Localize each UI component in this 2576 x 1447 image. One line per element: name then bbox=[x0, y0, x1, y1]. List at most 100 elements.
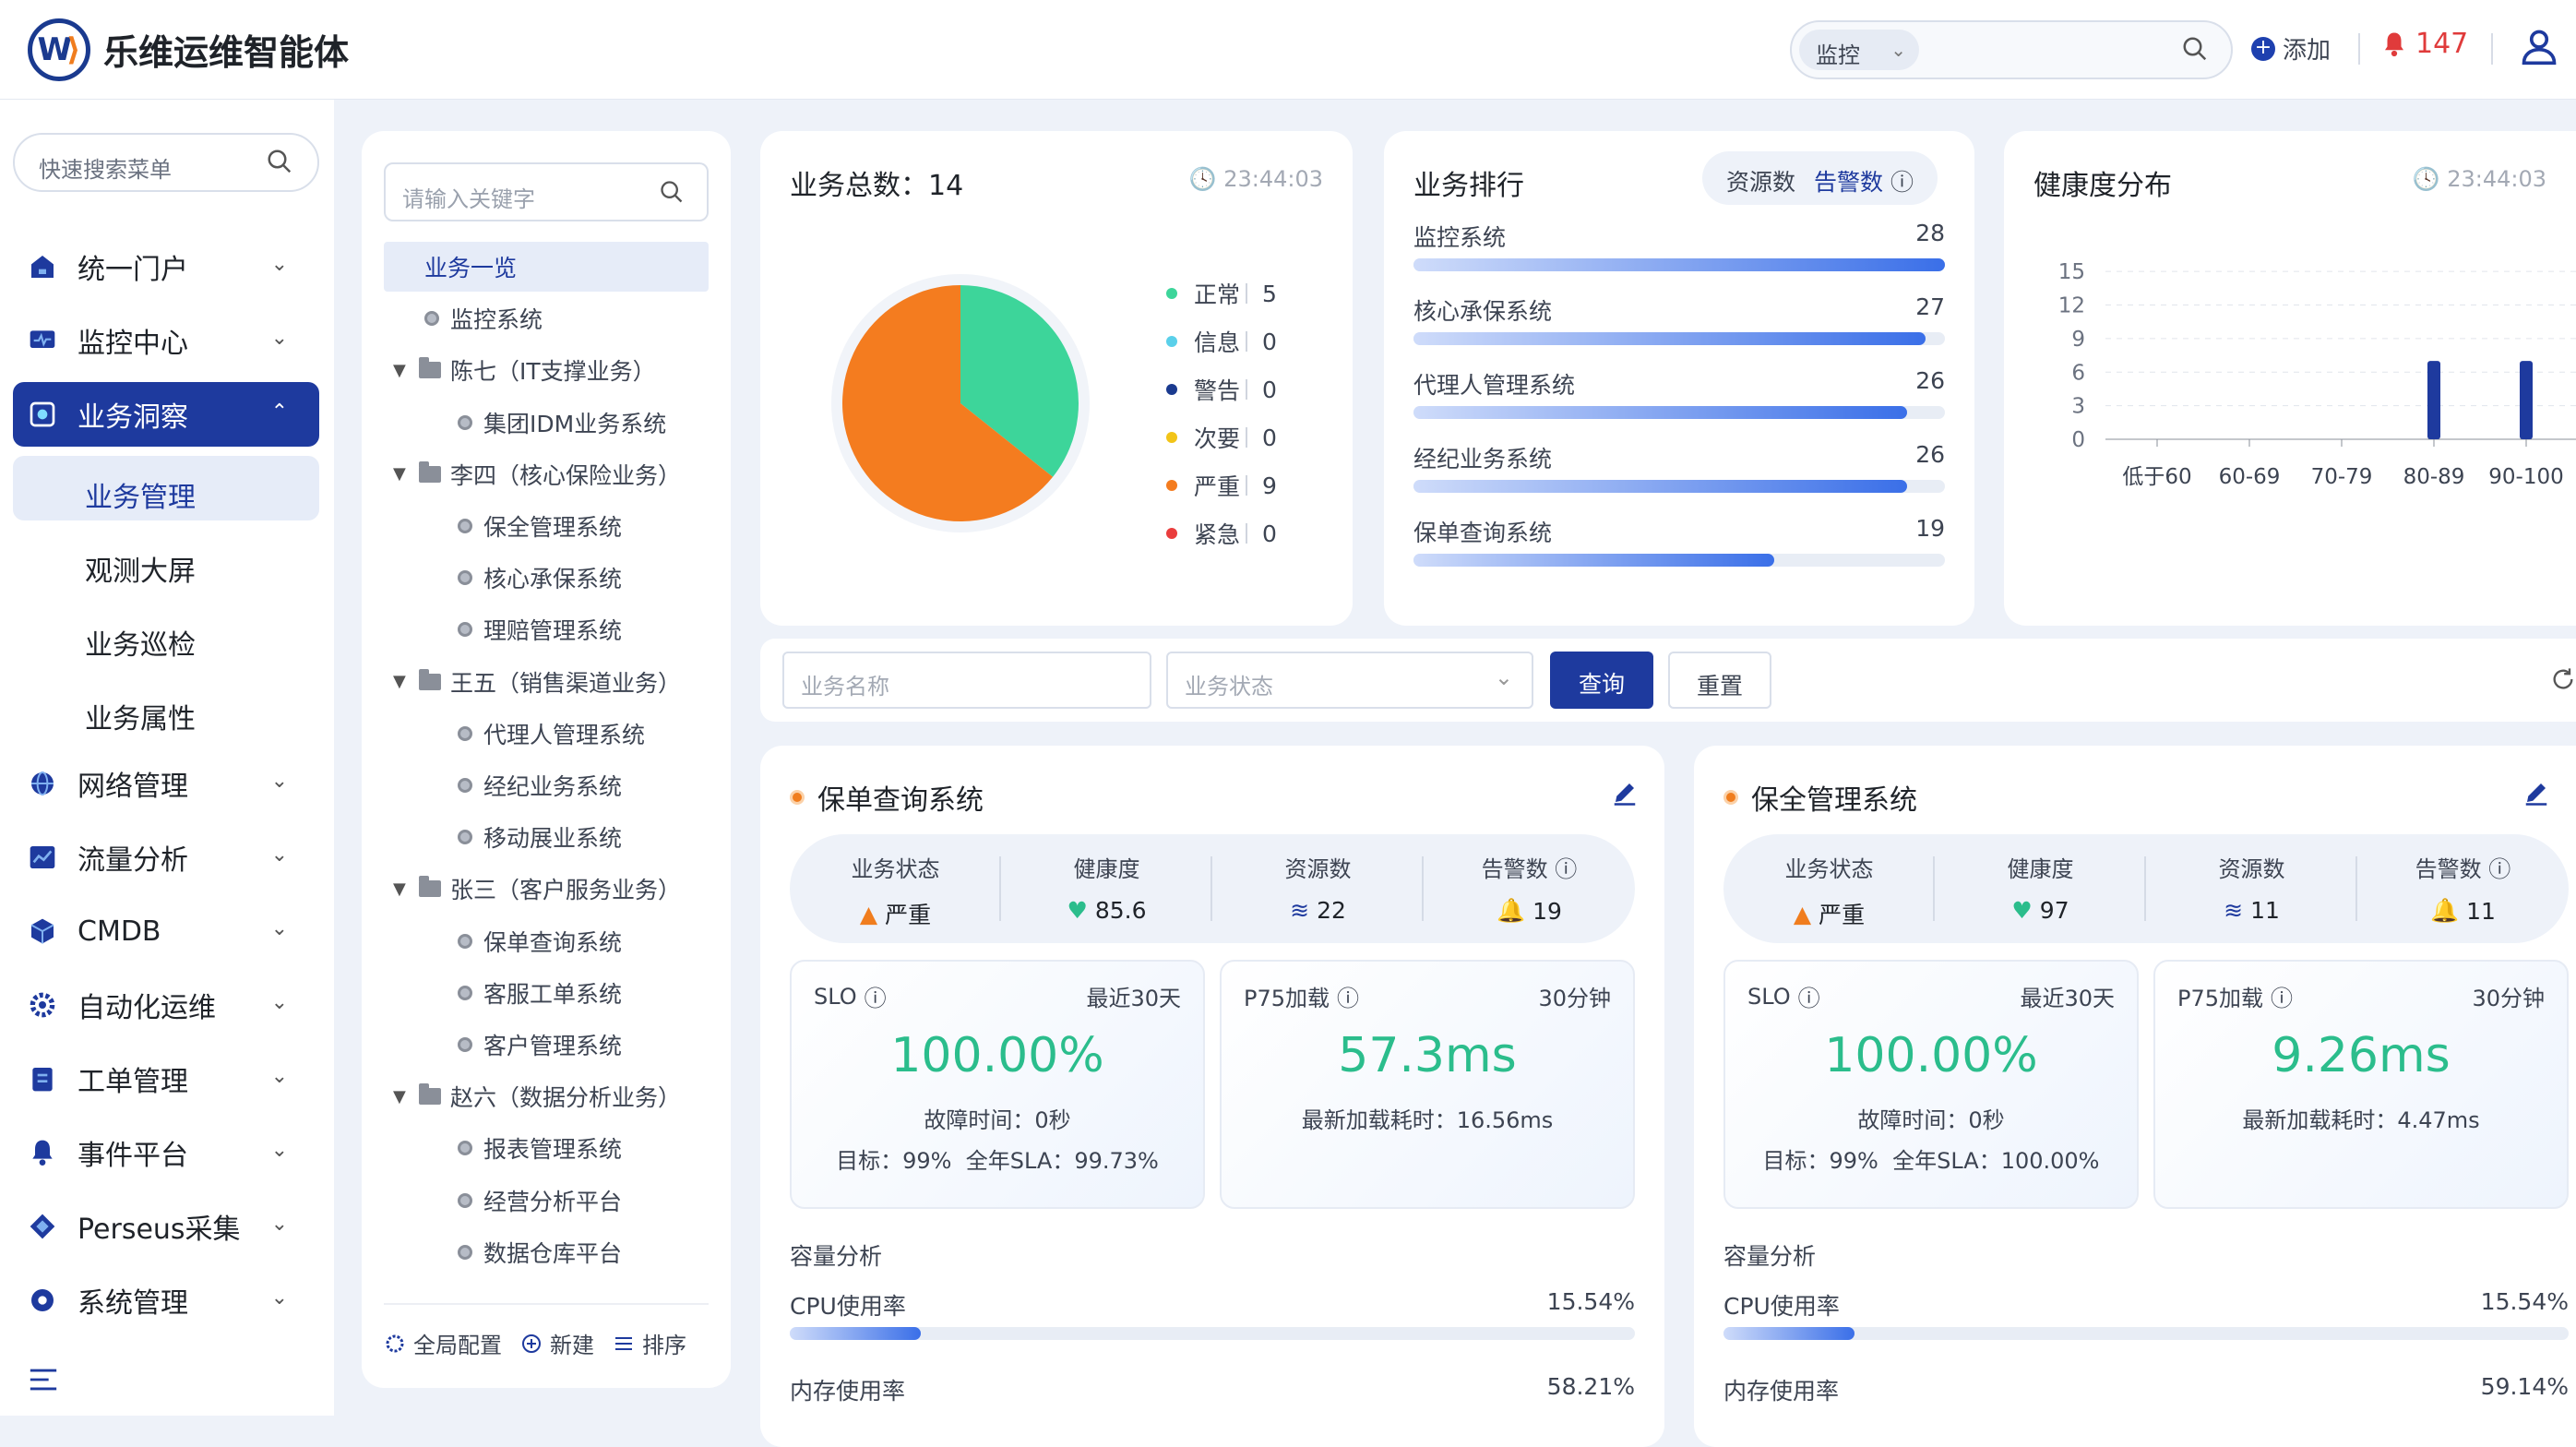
ranking-row[interactable]: 保单查询系统 19 bbox=[1413, 515, 1945, 567]
caret-down-icon[interactable]: ▼ bbox=[393, 361, 413, 380]
tab-resources[interactable]: 资源数 bbox=[1726, 169, 1795, 196]
stat-label: 告警数 bbox=[1481, 856, 1548, 882]
legend-color-dot bbox=[1166, 336, 1177, 347]
submenu-item-business-management[interactable]: 业务管理 bbox=[13, 456, 319, 520]
tree-group[interactable]: ▼ 赵六（数据分析业务） bbox=[384, 1071, 681, 1121]
health-bar[interactable] bbox=[2427, 361, 2440, 439]
tree-item-system[interactable]: 代理人管理系统 bbox=[384, 709, 645, 759]
submenu-item-business-attributes[interactable]: 业务属性 bbox=[13, 677, 319, 742]
p75-value: 57.3ms bbox=[1338, 1028, 1517, 1083]
business-name-input[interactable]: 业务名称 bbox=[782, 652, 1151, 709]
tree-item-system[interactable]: 集团IDM业务系统 bbox=[384, 398, 666, 448]
legend-item[interactable]: 严重 9 bbox=[1166, 461, 1277, 509]
divider bbox=[2358, 33, 2360, 65]
tree-item-system[interactable]: 报表管理系统 bbox=[384, 1123, 622, 1173]
tree-item-system[interactable]: 保全管理系统 bbox=[384, 501, 622, 551]
p75-metric-box[interactable]: P75加载 ⓘ 30分钟 57.3ms 最新加载耗时：16.56ms bbox=[1220, 960, 1635, 1209]
collapse-menu-icon[interactable] bbox=[28, 1366, 59, 1393]
tree-item-system[interactable]: 经纪业务系统 bbox=[384, 760, 622, 810]
tree-search-input[interactable]: 请输入关键字 bbox=[384, 162, 709, 221]
tree-item-system[interactable]: 核心承保系统 bbox=[384, 553, 622, 603]
tab-alarms[interactable]: 告警数 bbox=[1814, 169, 1883, 196]
global-search[interactable]: 监控 ⌄ bbox=[1790, 20, 2233, 79]
app-logo[interactable]: W ⟩ bbox=[28, 18, 90, 81]
sidebar-item-perseus[interactable]: Perseus采集 ⌄ bbox=[13, 1194, 319, 1259]
sidebar-item-cmdb[interactable]: CMDB ⌄ bbox=[13, 899, 319, 963]
add-label: 添加 bbox=[2283, 37, 2332, 65]
new-business-button[interactable]: 新建 bbox=[520, 1327, 594, 1359]
tree-group[interactable]: ▼ 王五（销售渠道业务） bbox=[384, 657, 681, 707]
business-status-select[interactable]: 业务状态 ⌄ bbox=[1166, 652, 1533, 709]
ranking-row[interactable]: 代理人管理系统 26 bbox=[1413, 367, 1945, 419]
sidebar-item-traffic[interactable]: 流量分析 ⌄ bbox=[13, 825, 319, 890]
tree-item-system[interactable]: 数据仓库平台 bbox=[384, 1227, 622, 1277]
ranking-row[interactable]: 经纪业务系统 26 bbox=[1413, 441, 1945, 493]
tree-item-system[interactable]: 客服工单系统 bbox=[384, 968, 622, 1018]
legend-item[interactable]: 正常 5 bbox=[1166, 269, 1277, 317]
tree-item-label: 陈七（IT支撑业务） bbox=[450, 358, 656, 386]
reset-button[interactable]: 重置 bbox=[1668, 652, 1771, 709]
tree-item-system[interactable]: 理赔管理系统 bbox=[384, 604, 622, 654]
tree-group[interactable]: ▼ 李四（核心保险业务） bbox=[384, 449, 681, 499]
ranking-row[interactable]: 核心承保系统 27 bbox=[1413, 293, 1945, 345]
sidebar-item-portal[interactable]: 统一门户 ⌄ bbox=[13, 234, 319, 299]
tree-item-system[interactable]: 经营分析平台 bbox=[384, 1176, 622, 1226]
p75-metric-box[interactable]: P75加载 ⓘ 30分钟 9.26ms 最新加载耗时：4.47ms bbox=[2153, 960, 2569, 1209]
system-card-title: 保全管理系统 bbox=[1723, 777, 1917, 818]
sidebar-item-monitor[interactable]: 监控中心 ⌄ bbox=[13, 308, 319, 373]
x-tick-label: 90-100 bbox=[2488, 465, 2563, 489]
sort-button[interactable]: 排序 bbox=[613, 1327, 686, 1359]
tree-group[interactable]: ▼ 张三（客户服务业务） bbox=[384, 864, 681, 914]
caret-down-icon[interactable]: ▼ bbox=[393, 464, 413, 484]
sidebar-item-automation[interactable]: 自动化运维 ⌄ bbox=[13, 973, 319, 1037]
alarm-count: 147 bbox=[2415, 28, 2469, 60]
business-system-card[interactable]: 保全管理系统 业务状态 ▲ 严重 健康度 ♥ 97 资源数 ≋ 11 告警数 ⓘ… bbox=[1694, 746, 2576, 1447]
refresh-icon[interactable] bbox=[2550, 666, 2576, 692]
sidebar-item-system[interactable]: 系统管理 ⌄ bbox=[13, 1268, 319, 1333]
info-icon: ⓘ bbox=[1890, 169, 1914, 196]
tree-item-system[interactable]: 监控系统 bbox=[384, 293, 543, 343]
submenu-item-business-inspection[interactable]: 业务巡检 bbox=[13, 604, 319, 668]
ranking-title: 业务排行 bbox=[1413, 170, 1524, 202]
slo-metric-box[interactable]: SLO ⓘ 最近30天 100.00% 故障时间：0秒 目标：99% 全年SLA：… bbox=[790, 960, 1205, 1209]
tree-item-system[interactable]: 客户管理系统 bbox=[384, 1020, 622, 1070]
caret-down-icon[interactable]: ▼ bbox=[393, 672, 413, 691]
tree-root-all-business[interactable]: 业务一览 bbox=[384, 242, 709, 292]
ranking-bar-track bbox=[1413, 554, 1945, 567]
ranking-row[interactable]: 监控系统 28 bbox=[1413, 220, 1945, 271]
business-system-card[interactable]: 保单查询系统 业务状态 ▲ 严重 健康度 ♥ 85.6 资源数 ≋ 22 告警数… bbox=[760, 746, 1664, 1447]
sidebar-item-insight[interactable]: 业务洞察 ⌃ bbox=[13, 382, 319, 447]
tree-group[interactable]: ▼ 陈七（IT支撑业务） bbox=[384, 345, 656, 395]
query-button[interactable]: 查询 bbox=[1550, 652, 1653, 709]
health-bar[interactable] bbox=[2520, 361, 2533, 439]
tree-item-label: 客服工单系统 bbox=[483, 980, 623, 1008]
chevron-down-icon: ⌄ bbox=[270, 1139, 288, 1162]
slo-metric-box[interactable]: SLO ⓘ 最近30天 100.00% 故障时间：0秒 目标：99% 全年SLA：… bbox=[1723, 960, 2139, 1209]
legend-item[interactable]: 信息 0 bbox=[1166, 317, 1277, 365]
chevron-down-icon: ⌄ bbox=[270, 253, 288, 276]
tree-item-system[interactable]: 保单查询系统 bbox=[384, 916, 622, 966]
chevron-down-icon: ⌄ bbox=[270, 1213, 288, 1236]
sidebar-item-ticket[interactable]: 工单管理 ⌄ bbox=[13, 1046, 319, 1111]
edit-icon[interactable] bbox=[1611, 779, 1639, 807]
caret-down-icon[interactable]: ▼ bbox=[393, 1087, 413, 1106]
search-icon[interactable] bbox=[2181, 35, 2209, 63]
sidebar-item-network[interactable]: 网络管理 ⌄ bbox=[13, 751, 319, 816]
menu-search-input[interactable]: 快速搜索菜单 bbox=[13, 133, 319, 192]
user-icon[interactable] bbox=[2519, 26, 2559, 66]
edit-icon[interactable] bbox=[2522, 779, 2550, 807]
refresh-time: 🕓 23:44:03 bbox=[1188, 166, 1323, 192]
search-scope-select[interactable]: 监控 ⌄ bbox=[1799, 30, 1919, 70]
submenu-item-observation-screen[interactable]: 观测大屏 bbox=[13, 530, 319, 594]
caret-down-icon[interactable]: ▼ bbox=[393, 879, 413, 899]
legend-item[interactable]: 紧急 0 bbox=[1166, 509, 1277, 557]
sidebar-item-events[interactable]: 事件平台 ⌄ bbox=[13, 1120, 319, 1185]
tree-item-label: 经营分析平台 bbox=[483, 1188, 623, 1215]
global-config-button[interactable]: 全局配置 bbox=[384, 1327, 502, 1359]
legend-item[interactable]: 警告 0 bbox=[1166, 365, 1277, 413]
add-button[interactable]: + 添加 bbox=[2251, 31, 2331, 66]
alarm-counter[interactable]: 147 bbox=[2380, 28, 2468, 60]
tree-item-system[interactable]: 移动展业系统 bbox=[384, 812, 622, 862]
tree-search-placeholder: 请输入关键字 bbox=[402, 186, 535, 212]
legend-item[interactable]: 次要 0 bbox=[1166, 413, 1277, 461]
